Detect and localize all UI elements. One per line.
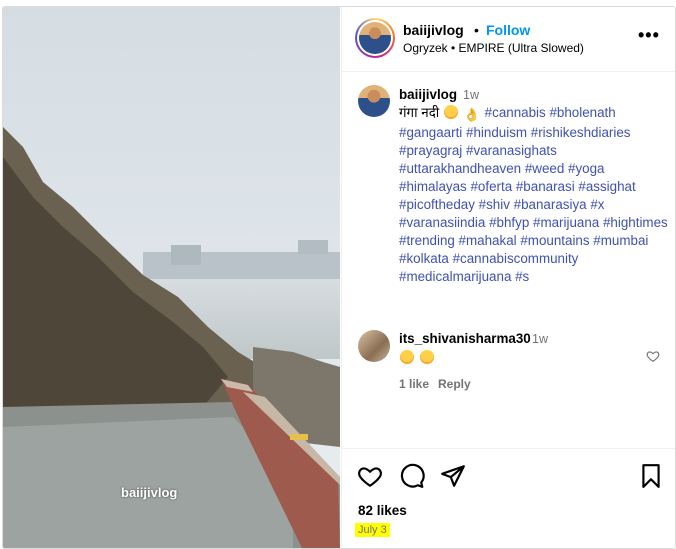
author-avatar[interactable] [355,18,395,58]
author-username[interactable]: baiijivlog [403,22,464,38]
audio-track[interactable]: Ogryzek • EMPIRE (Ultra Slowed) [403,41,584,55]
caption: baiijivlog 1w गंगा नदी 👌 #cannabis #bhole… [399,86,669,286]
caption-time: 1w [463,88,480,102]
video-watermark: baiijivlog [121,485,178,500]
comment-icon[interactable] [399,463,425,489]
comment-text [399,350,435,365]
ok-hand-emoji-icon: 👌 [463,107,480,122]
more-icon[interactable]: ••• [638,25,660,46]
post-dialog: baiijivlog baiijivlog • Follow Ogryzek •… [2,6,676,549]
comments-section[interactable]: baiijivlog 1w गंगा नदी 👌 #cannabis #bhole… [342,73,675,448]
reply-button[interactable]: Reply [438,377,471,391]
caption-hashtags[interactable]: #cannabis #bholenath #gangaarti #hinduis… [399,105,668,284]
comment-avatar[interactable] [358,330,390,362]
header-separator: • [474,22,479,38]
caption-text: गंगा नदी [399,105,440,120]
comment-username[interactable]: its_shivanisharma30 [399,331,531,346]
post-actions: 82 likes July 3 [342,448,675,548]
post-header: baiijivlog • Follow Ogryzek • EMPIRE (Ul… [342,7,675,72]
post-video[interactable]: baiijivlog [3,7,340,548]
follow-button[interactable]: Follow [486,22,530,38]
comment-time: 1w [532,332,548,346]
likes-count[interactable]: 82 likes [358,503,407,518]
caption-username[interactable]: baiijivlog [399,87,457,102]
flushed-emoji-icon [419,350,434,364]
share-icon[interactable] [440,463,466,489]
comment-like-icon[interactable] [646,349,660,363]
post-side-panel: baiijivlog • Follow Ogryzek • EMPIRE (Ul… [341,7,675,548]
comment-likes[interactable]: 1 like [399,377,429,391]
post-date[interactable]: July 3 [355,523,390,537]
bookmark-icon[interactable] [638,463,664,489]
caption-avatar[interactable] [358,85,390,117]
flushed-emoji-icon [444,105,459,119]
heart-icon[interactable] [357,463,383,489]
flushed-emoji-icon [400,350,414,364]
